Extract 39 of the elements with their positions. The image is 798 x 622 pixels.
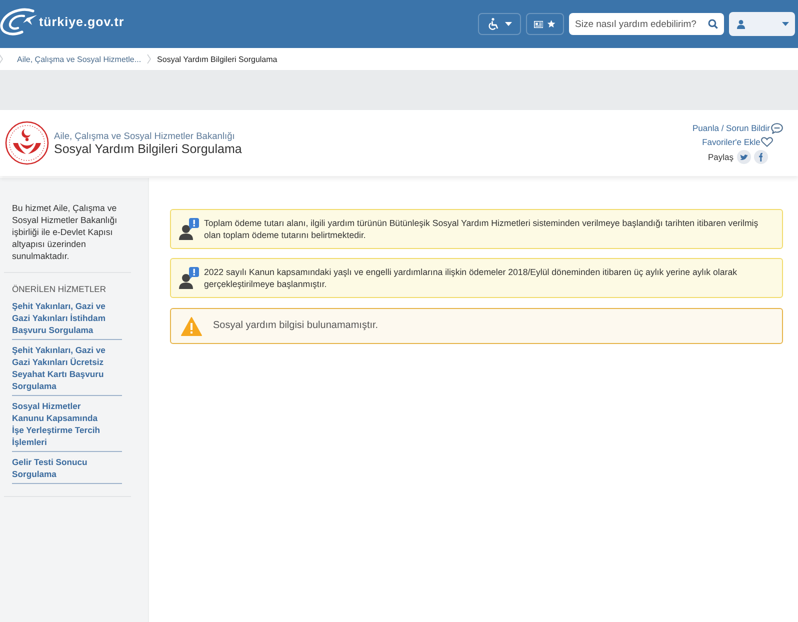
site-logo-text[interactable]: türkiye.gov.tr	[39, 15, 124, 29]
chevron-icon	[147, 54, 152, 64]
facebook-icon[interactable]	[754, 150, 768, 164]
current-page-crumb: Sosyal Yardım Bilgileri Sorgulama	[157, 54, 278, 64]
rate-link[interactable]: Puanla / Sorun Bildir	[692, 122, 783, 134]
recommended-service-link[interactable]: Gelir Testi Sonucu Sorgulama	[12, 452, 122, 484]
search-icon[interactable]	[708, 19, 718, 29]
service-description: Bu hizmet Aile, Çalışma ve Sosyal Hizmetler Bakanlığı işbirliği ile e-Devlet Kapısı altyapısı üzerinden sunulmaktadır.	[12, 202, 118, 262]
logo-icon	[0, 6, 38, 38]
person-message-icon	[179, 267, 199, 289]
alert-message: Sosyal yardım bilgisi bulunamamıştır.	[213, 320, 378, 332]
user-icon	[737, 20, 745, 28]
ministry-name: Aile, Çalışma ve Sosyal Hizmetler Bakanlığı	[54, 130, 236, 142]
alert-message: 2022 sayılı Kanun kapsamındaki yaşlı ve engelli yardımlarına ilişkin ödemeler 2018/Eylül döneminden itibaren üç aylık yerine aylık olarak gerçekleştirilmeye başlanmıştır.	[204, 266, 738, 290]
service-title: Sosyal Yardım Bilgileri Sorgulama	[54, 142, 242, 156]
speech-bubble-icon	[771, 122, 783, 134]
recommended-heading: ÖNERİLEN HİZMETLER	[12, 284, 107, 294]
user-menu-button[interactable]	[729, 12, 795, 36]
person-message-icon	[179, 218, 199, 240]
search-field[interactable]: Size nasıl yardım edebilirim?	[569, 13, 724, 35]
favorites-button[interactable]	[526, 13, 564, 35]
accessibility-button[interactable]	[478, 13, 521, 35]
id-card-icon	[534, 20, 544, 28]
chevron-icon	[0, 54, 3, 64]
breadcrumb-link[interactable]: Aile, Çalışma ve Sosyal Hizmetle...	[17, 54, 142, 64]
favorite-link[interactable]: Favoriler'e Ekle	[702, 136, 774, 146]
recommended-service-link[interactable]: Sosyal Hizmetler Kanunu Kapsamında İşe Yerleştirme Tercih İşlemleri	[12, 396, 122, 452]
wheelchair-icon	[488, 18, 498, 30]
twitter-icon[interactable]	[736, 150, 750, 164]
recommended-service-link[interactable]: Şehit Yakınları, Gazi ve Gazi Yakınları Ücretsiz Seyahat Kartı Başvuru Sorgulama	[12, 340, 122, 396]
warning-icon	[181, 316, 202, 336]
star-icon	[547, 19, 556, 29]
caret-icon	[782, 22, 789, 26]
emblem-icon	[5, 121, 49, 165]
heart-icon	[761, 136, 774, 146]
recommended-service-link[interactable]: Şehit Yakınları, Gazi ve Gazi Yakınları İstihdam Başvuru Sorgulama	[12, 296, 122, 340]
alert-message: Toplam ödeme tutarı alanı, ilgili yardım türünün Bütünleşik Sosyal Yardım Hizmetleri sisteminden verilmeye başlandığı tarihten itibaren verilmiş olan toplam ödeme tutarını belirtmektedir.	[204, 217, 760, 241]
caret-icon	[504, 22, 512, 26]
share-label: Paylaş	[708, 152, 734, 162]
